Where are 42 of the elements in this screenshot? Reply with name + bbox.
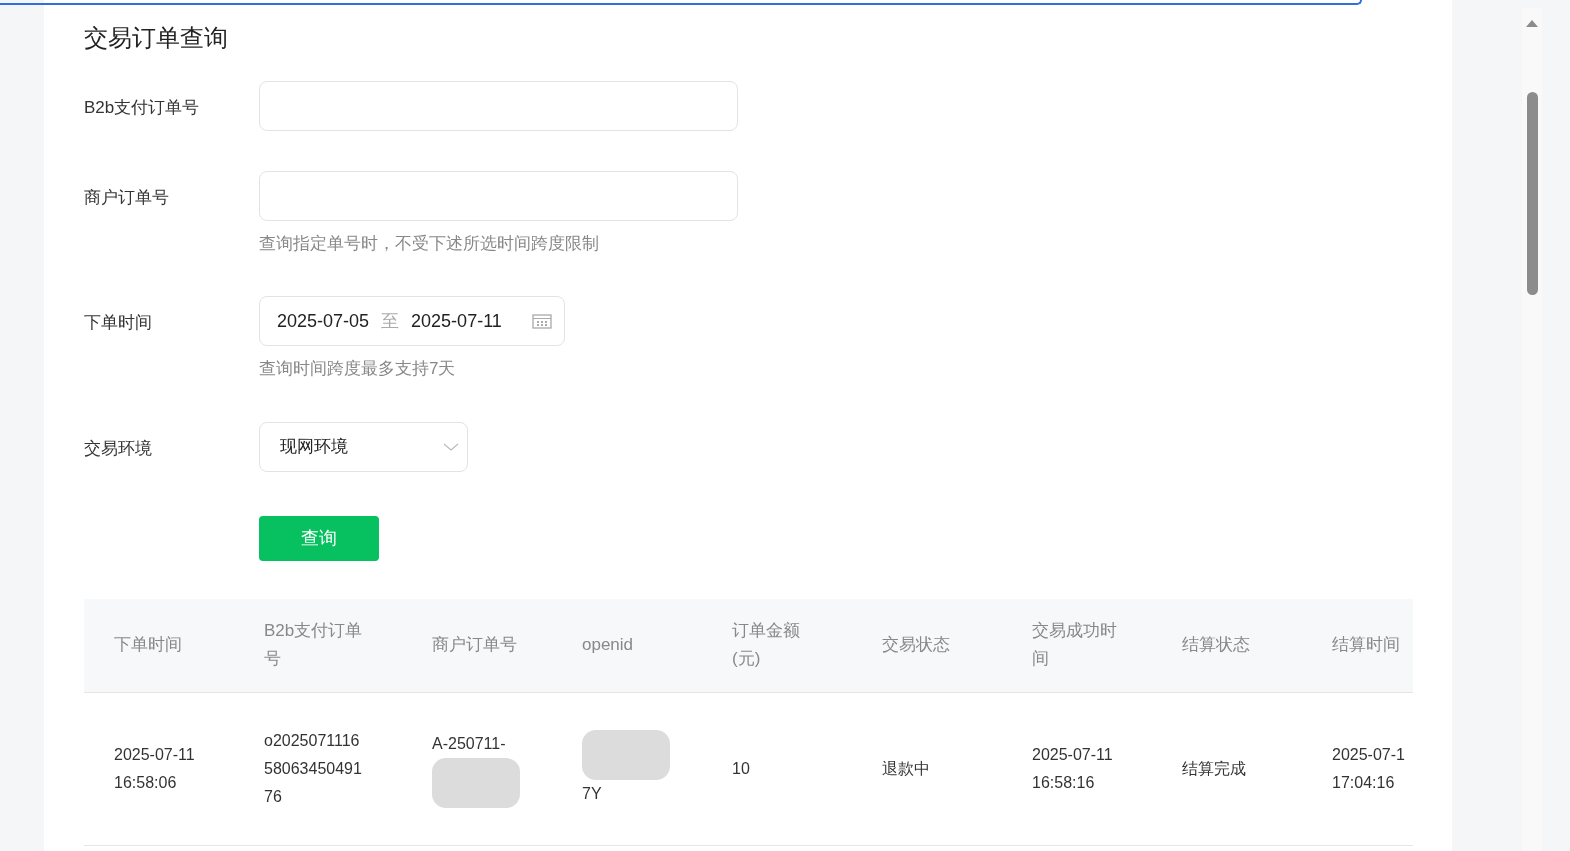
table-cell-text: 58063450491: [264, 758, 362, 779]
select-value: 现网环境: [280, 436, 348, 459]
table-cell-text: 10: [732, 758, 750, 779]
field-label: 交易环境: [84, 437, 153, 460]
field-hint: 查询时间跨度最多支持7天: [259, 358, 457, 381]
chevron-down-icon: [443, 441, 459, 452]
table-cell-text: 2025-07-11: [1032, 744, 1113, 765]
input-field[interactable]: [259, 170, 738, 221]
table-cell-text: 16:58:16: [1032, 772, 1096, 793]
scrollbar-thumb[interactable]: [1527, 92, 1538, 295]
field-label: B2b支付订单号: [84, 96, 201, 119]
table-cell-text: 76: [264, 786, 283, 807]
range-separator: 至: [381, 309, 400, 333]
column-header: 结算状态: [1152, 598, 1302, 693]
column-header: 商户订单号: [402, 598, 552, 693]
table-cell-text: 16:58:06: [114, 772, 178, 793]
table-cell-text: 结算完成: [1182, 758, 1246, 779]
table-cell-text: o2025071116: [264, 730, 361, 751]
end-date: 2025-07-11: [411, 309, 502, 333]
date-range-field[interactable]: 2025-07-05 至 2025-07-11: [259, 296, 565, 347]
start-date: 2025-07-05: [277, 309, 370, 333]
column-header: 交易成功时间: [1002, 598, 1152, 693]
field-label: 下单时间: [84, 312, 153, 335]
table-cell-text: 17:04:16: [1332, 772, 1396, 793]
column-header: 结算时间: [1302, 598, 1413, 693]
select-field[interactable]: 现网环境: [259, 421, 468, 472]
scroll-up-icon[interactable]: [1526, 19, 1538, 28]
calendar-icon[interactable]: [532, 313, 552, 330]
column-header: 下单时间: [84, 598, 234, 693]
table-cell-text: 退款中: [882, 758, 930, 779]
table-cell-text: A-250711-: [432, 733, 507, 754]
table-cell-text: 7Y: [582, 783, 603, 804]
column-header: 订单金额(元): [702, 598, 852, 693]
table-cell-text: 2025-07-1: [1332, 744, 1405, 765]
column-header: openid: [552, 598, 702, 693]
column-header: B2b支付订单号: [234, 598, 402, 693]
column-header: 交易状态: [852, 598, 1002, 693]
table-cell-text: 2025-07-11: [114, 744, 195, 765]
field-label: 商户订单号: [84, 186, 170, 209]
input-field[interactable]: [259, 80, 738, 131]
field-hint: 查询指定单号时，不受下述所选时间跨度限制: [259, 232, 600, 255]
page-title: 交易订单查询: [84, 24, 229, 53]
